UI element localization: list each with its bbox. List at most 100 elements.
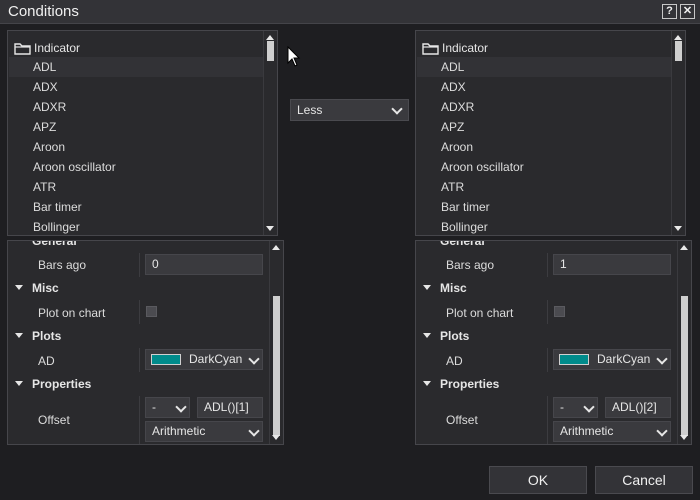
color-swatch (151, 354, 181, 365)
category-misc[interactable]: Misc (8, 278, 270, 298)
condition-operator-select[interactable]: Less (290, 99, 409, 121)
row-plot-on-chart: Plot on chart (416, 300, 678, 324)
offset-type-value: Arithmetic (152, 424, 206, 438)
collapse-caret-icon[interactable] (15, 381, 23, 386)
tree-item-adxr[interactable]: ADXR (9, 97, 269, 117)
tree-item-bollinger[interactable]: Bollinger (417, 217, 677, 235)
category-label: Plots (32, 329, 62, 343)
offset-sign-value: - (560, 400, 564, 414)
scroll-thumb[interactable] (267, 41, 274, 61)
offset-type-select[interactable]: Arithmetic (553, 421, 671, 442)
category-general[interactable]: General (8, 240, 270, 251)
ad-color-select[interactable]: DarkCyan (553, 349, 671, 370)
tree-item-aroon-oscillator[interactable]: Aroon oscillator (417, 157, 677, 177)
column-divider (547, 348, 548, 372)
operator-value: Less (297, 103, 323, 117)
collapse-caret-icon[interactable] (423, 333, 431, 338)
category-general[interactable]: General (416, 241, 678, 251)
chevron-down-icon (175, 401, 187, 413)
chevron-down-icon (248, 353, 260, 365)
plot-on-chart-checkbox[interactable] (146, 306, 157, 317)
category-properties[interactable]: Properties (8, 374, 270, 394)
column-divider (547, 253, 548, 277)
category-label: Plots (440, 329, 470, 343)
window-title: Conditions (8, 3, 79, 20)
tree-item-adxr[interactable]: ADXR (417, 97, 677, 117)
offset-sign-select[interactable]: - (553, 397, 598, 418)
chevron-down-icon (391, 103, 403, 115)
help-button[interactable]: ? (662, 4, 677, 19)
offset-sign-value: - (152, 400, 156, 414)
cancel-button[interactable]: Cancel (595, 466, 693, 494)
plot-on-chart-label: Plot on chart (446, 306, 514, 320)
bars-ago-input[interactable]: 1 (553, 254, 671, 275)
ad-color-name: DarkCyan (189, 352, 243, 366)
tree-item-bar-timer[interactable]: Bar timer (9, 197, 269, 217)
tree-item-atr[interactable]: ATR (9, 177, 269, 197)
tree-item-adx[interactable]: ADX (9, 77, 269, 97)
scroll-up-icon[interactable] (266, 35, 274, 40)
column-divider (139, 253, 140, 277)
collapse-caret-icon[interactable] (423, 285, 431, 290)
ad-color-select[interactable]: DarkCyan (145, 349, 263, 370)
column-divider (547, 396, 548, 444)
category-plots[interactable]: Plots (8, 326, 270, 346)
offset-value-input[interactable]: ADL()[2] (605, 397, 671, 418)
close-button[interactable]: ✕ (680, 4, 695, 19)
offset-type-select[interactable]: Arithmetic (145, 421, 263, 442)
right-tree-root[interactable]: Indicator (422, 40, 488, 56)
bars-ago-label: Bars ago (38, 258, 87, 272)
collapse-caret-icon[interactable] (15, 285, 23, 290)
category-properties[interactable]: Properties (416, 374, 678, 394)
tree-item-bollinger[interactable]: Bollinger (9, 217, 269, 235)
left-tree-root[interactable]: Indicator (14, 40, 80, 56)
tree-item-atr[interactable]: ATR (417, 177, 677, 197)
bars-ago-input[interactable]: 0 (145, 254, 263, 275)
collapse-caret-icon[interactable] (423, 381, 431, 386)
plot-on-chart-checkbox[interactable] (554, 306, 565, 317)
tree-root-label: Indicator (442, 41, 489, 55)
scroll-up-icon[interactable] (272, 245, 280, 250)
scroll-up-icon[interactable] (680, 245, 688, 250)
right-properties-grid: General Bars ago 1 Misc Plot on chart Pl… (415, 240, 692, 445)
category-label: Misc (440, 281, 467, 295)
tree-item-bar-timer[interactable]: Bar timer (417, 197, 677, 217)
right-tree-scrollbar[interactable] (671, 31, 685, 235)
offset-value-input[interactable]: ADL()[1] (197, 397, 263, 418)
scroll-down-icon[interactable] (272, 435, 280, 440)
row-offset: Offset - ADL()[2] Arithmetic (416, 396, 678, 444)
collapse-caret-icon[interactable] (15, 333, 23, 338)
tree-item-adl[interactable]: ADL (417, 57, 677, 77)
scroll-thumb[interactable] (273, 296, 280, 436)
ok-button[interactable]: OK (489, 466, 587, 494)
category-label: General (32, 240, 77, 248)
mouse-cursor-icon (287, 46, 301, 67)
tree-item-adl[interactable]: ADL (9, 57, 269, 77)
scroll-thumb[interactable] (681, 296, 688, 436)
tree-item-apz[interactable]: APZ (417, 117, 677, 137)
scroll-down-icon[interactable] (680, 435, 688, 440)
chevron-down-icon (656, 353, 668, 365)
category-misc[interactable]: Misc (416, 278, 678, 298)
plot-on-chart-label: Plot on chart (38, 306, 106, 320)
right-properties-scrollbar[interactable] (677, 241, 691, 444)
tree-item-aroon[interactable]: Aroon (9, 137, 269, 157)
tree-root-label: Indicator (34, 41, 81, 55)
chevron-down-icon (656, 425, 668, 437)
scroll-down-icon[interactable] (674, 226, 682, 231)
tree-item-apz[interactable]: APZ (9, 117, 269, 137)
tree-item-adx[interactable]: ADX (417, 77, 677, 97)
folder-icon (14, 42, 31, 55)
column-divider (547, 300, 548, 324)
left-properties-scrollbar[interactable] (269, 241, 283, 444)
category-plots[interactable]: Plots (416, 326, 678, 346)
scroll-up-icon[interactable] (674, 35, 682, 40)
scroll-thumb[interactable] (675, 41, 682, 61)
left-tree-scrollbar[interactable] (263, 31, 277, 235)
left-properties-grid: General Bars ago 0 Misc Plot on chart Pl… (7, 240, 284, 445)
offset-sign-select[interactable]: - (145, 397, 190, 418)
tree-item-aroon-oscillator[interactable]: Aroon oscillator (9, 157, 269, 177)
scroll-down-icon[interactable] (266, 226, 274, 231)
tree-item-aroon[interactable]: Aroon (417, 137, 677, 157)
row-offset: Offset - ADL()[1] Arithmetic (8, 396, 270, 444)
